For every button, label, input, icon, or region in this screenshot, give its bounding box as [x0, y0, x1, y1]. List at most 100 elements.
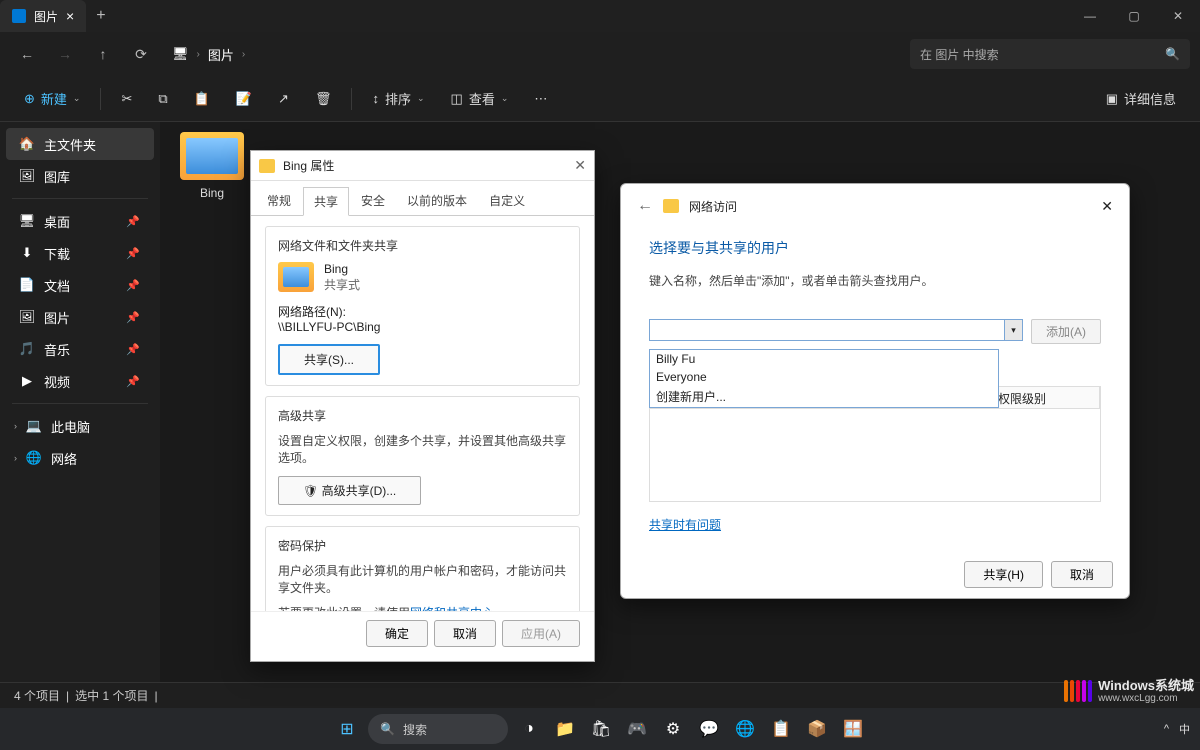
breadcrumb[interactable]: 🖥 › 图片 ›	[172, 45, 245, 64]
sidebar-item-downloads[interactable]: ⬇下载📌	[6, 237, 154, 269]
share-button[interactable]: 共享(S)...	[278, 344, 380, 375]
taskbar-app[interactable]: 🌐	[730, 714, 760, 744]
new-tab-button[interactable]: +	[86, 7, 115, 25]
dialog-titlebar[interactable]: ← 网络访问 ✕	[621, 184, 1129, 228]
task-view-button[interactable]: ◑	[514, 714, 544, 744]
dropdown-option[interactable]: Billy Fu	[650, 350, 998, 368]
sidebar-item-desktop[interactable]: 🖥桌面📌	[6, 205, 154, 237]
view-icon: ◫	[451, 91, 463, 107]
taskbar-search[interactable]: 🔍搜索	[368, 714, 508, 744]
sidebar-item-gallery[interactable]: 🖼图库	[6, 160, 154, 192]
taskbar-app[interactable]: 📦	[802, 714, 832, 744]
folder-icon	[180, 132, 244, 180]
taskbar-app[interactable]: 🛍	[586, 714, 616, 744]
tray-chevron-icon[interactable]: ^	[1164, 723, 1169, 735]
new-button[interactable]: ⊕ 新建 ⌄	[14, 83, 90, 115]
sidebar-item-documents[interactable]: 📄文档📌	[6, 269, 154, 301]
maximize-button[interactable]: ▢	[1112, 9, 1156, 23]
paste-button[interactable]: 📋	[184, 83, 220, 115]
sidebar-item-videos[interactable]: ▶视频📌	[6, 365, 154, 397]
sidebar-item-network[interactable]: ›🌐网络	[0, 442, 160, 474]
cut-button[interactable]: ✂	[111, 83, 142, 115]
close-icon[interactable]: ✕	[1101, 198, 1113, 215]
close-window-button[interactable]: ✕	[1156, 9, 1200, 23]
user-input[interactable]	[650, 320, 1004, 340]
chevron-down-icon[interactable]: ▾	[1004, 320, 1022, 340]
window-titlebar: 图片 × + — ▢ ✕	[0, 0, 1200, 32]
refresh-button[interactable]: ⟳	[124, 38, 158, 70]
minimize-button[interactable]: —	[1068, 9, 1112, 23]
home-icon: 🏠	[20, 137, 34, 151]
chevron-down-icon: ⌄	[501, 93, 509, 104]
ok-button[interactable]: 确定	[366, 620, 428, 647]
watermark-title: Windows系统城	[1098, 679, 1194, 693]
sort-button[interactable]: ↕ 排序 ⌄	[362, 83, 434, 115]
tab-customize[interactable]: 自定义	[479, 187, 535, 215]
dialog-button-row: 确定 取消 应用(A)	[251, 611, 594, 661]
help-link[interactable]: 共享时有问题	[649, 518, 721, 532]
cancel-button[interactable]: 取消	[434, 620, 496, 647]
user-combobox[interactable]: ▾	[649, 319, 1023, 341]
close-icon[interactable]: ✕	[574, 157, 586, 174]
more-button[interactable]: ⋯	[524, 83, 557, 115]
sidebar-item-pictures[interactable]: 🖼图片📌	[6, 301, 154, 333]
dialog-titlebar[interactable]: Bing 属性 ✕	[251, 151, 594, 181]
sidebar-item-home[interactable]: 🏠主文件夹	[6, 128, 154, 160]
navigation-bar: ← → ↑ ⟳ 🖥 › 图片 › 在 图片 中搜索 🔍	[0, 32, 1200, 76]
view-button[interactable]: ◫ 查看 ⌄	[441, 83, 519, 115]
dropdown-option[interactable]: 创建新用户...	[650, 386, 998, 407]
apply-button[interactable]: 应用(A)	[502, 620, 580, 647]
document-icon: 📄	[20, 278, 34, 292]
up-button[interactable]: ↑	[86, 38, 120, 70]
dialog-heading: 选择要与其共享的用户	[649, 238, 1101, 258]
tab-security[interactable]: 安全	[351, 187, 395, 215]
network-share-group: 网络文件和文件夹共享 Bing 共享式 网络路径(N): \\BILLYFU-P…	[265, 226, 580, 386]
details-pane-button[interactable]: ▣ 详细信息	[1096, 83, 1186, 115]
advanced-share-group: 高级共享 设置自定义权限，创建多个共享，并设置其他高级共享选项。 🛡 高级共享(…	[265, 396, 580, 516]
back-button[interactable]: ←	[10, 38, 44, 70]
back-icon[interactable]: ←	[637, 197, 653, 215]
add-button[interactable]: 添加(A)	[1031, 319, 1101, 344]
tab-previous-versions[interactable]: 以前的版本	[397, 187, 477, 215]
rename-button[interactable]: 📝	[226, 83, 262, 115]
tray-lang-icon[interactable]: 中	[1179, 721, 1190, 737]
folder-label: Bing	[200, 186, 224, 200]
share-button[interactable]: ↗	[268, 83, 299, 115]
item-state: 共享式	[324, 276, 360, 293]
taskbar-app[interactable]: 💬	[694, 714, 724, 744]
tab-sharing[interactable]: 共享	[303, 187, 349, 216]
dropdown-option[interactable]: Everyone	[650, 368, 998, 386]
watermark-url: www.wxcLgg.com	[1098, 693, 1194, 704]
taskbar-app[interactable]: 📋	[766, 714, 796, 744]
taskbar-app[interactable]: 🪟	[838, 714, 868, 744]
share-button[interactable]: 共享(H)	[964, 561, 1043, 588]
delete-button[interactable]: 🗑	[305, 83, 342, 115]
path-label: 网络路径(N):	[278, 303, 567, 320]
window-tab[interactable]: 图片 ×	[0, 0, 86, 32]
tab-label: 图片	[34, 8, 58, 25]
details-icon: ▣	[1106, 91, 1118, 107]
copy-button[interactable]: ⧉	[148, 83, 177, 115]
forward-button[interactable]: →	[48, 38, 82, 70]
cancel-button[interactable]: 取消	[1051, 561, 1113, 588]
dialog-title: 网络访问	[689, 198, 737, 215]
taskbar-app[interactable]: ⚙	[658, 714, 688, 744]
breadcrumb-item[interactable]: 图片	[208, 45, 234, 64]
search-input[interactable]: 在 图片 中搜索 🔍	[910, 39, 1190, 69]
col-permission[interactable]: 权限级别	[990, 387, 1100, 408]
start-button[interactable]: ⊞	[332, 714, 362, 744]
taskbar-app[interactable]: 🎮	[622, 714, 652, 744]
chevron-down-icon: ⌄	[73, 93, 81, 104]
system-tray[interactable]: ^ 中	[1164, 721, 1190, 737]
network-access-dialog: ← 网络访问 ✕ 选择要与其共享的用户 键入名称，然后单击"添加"，或者单击箭头…	[620, 183, 1130, 599]
group-heading: 网络文件和文件夹共享	[278, 237, 567, 254]
taskbar-app[interactable]: 📁	[550, 714, 580, 744]
advanced-share-button[interactable]: 🛡 高级共享(D)...	[278, 476, 421, 505]
sidebar-item-music[interactable]: 🎵音乐📌	[6, 333, 154, 365]
tab-general[interactable]: 常规	[257, 187, 301, 215]
sidebar-item-thispc[interactable]: ›💻此电脑	[0, 410, 160, 442]
folder-icon	[278, 262, 314, 292]
separator	[12, 198, 148, 199]
close-tab-icon[interactable]: ×	[66, 8, 74, 24]
folder-item[interactable]: Bing	[170, 132, 254, 200]
